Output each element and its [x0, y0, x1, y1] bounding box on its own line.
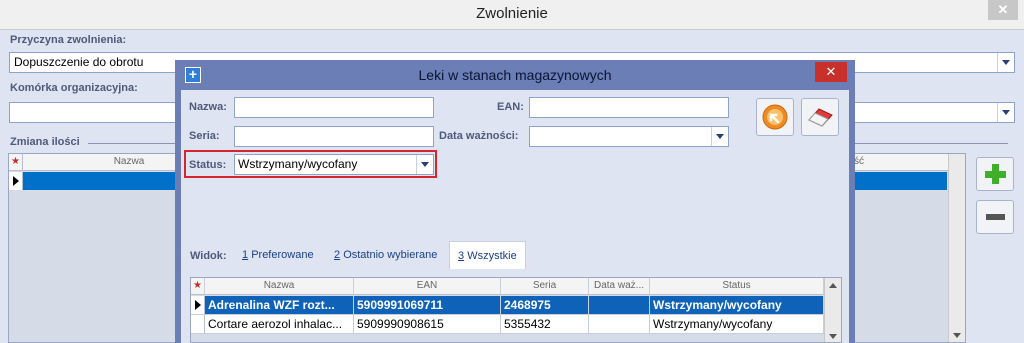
add-button[interactable]	[976, 157, 1014, 191]
row-indicator	[9, 172, 23, 190]
dialog-close-button[interactable]: ✕	[815, 62, 847, 82]
reason-value: Dopuszczenie do obrotu	[14, 55, 144, 69]
col-expiry[interactable]: Data waż...	[589, 278, 650, 295]
col-name[interactable]: Nazwa	[205, 278, 354, 295]
name-input[interactable]	[234, 97, 434, 118]
outer-titlebar: Zwolnienie ✕	[0, 0, 1024, 30]
qty-section-label: Zmiana ilości	[10, 136, 80, 148]
cell-ean: 5909990908615	[354, 315, 501, 334]
org-unit-label: Komórka organizacyjna:	[10, 82, 138, 94]
cell-ean: 5909991069711	[354, 296, 501, 315]
chevron-down-icon	[716, 134, 724, 139]
scroll-down-icon[interactable]	[829, 334, 837, 339]
stock-grid-scrollbar[interactable]	[824, 278, 841, 342]
ean-input[interactable]	[529, 97, 729, 118]
status-label: Status:	[189, 159, 227, 171]
qty-col-name: Nazwa	[113, 156, 145, 167]
status-dropdown-button[interactable]	[416, 155, 433, 174]
series-input[interactable]	[234, 126, 434, 147]
stock-grid[interactable]: ★ Nazwa EAN Seria Data waż... Status Adr…	[190, 277, 842, 343]
plus-icon	[985, 164, 1006, 184]
expiry-label: Data ważności:	[439, 130, 519, 142]
col-status[interactable]: Status	[650, 278, 824, 295]
scroll-down-icon[interactable]	[953, 333, 961, 338]
tab-recent-key: 2	[334, 249, 341, 261]
star-icon: ★	[9, 154, 23, 171]
star-icon: ★	[191, 278, 205, 295]
cell-status: Wstrzymany/wycofany	[650, 315, 824, 334]
chevron-down-icon	[1002, 110, 1010, 115]
cell-expiry	[589, 296, 650, 315]
cell-name: Cortare aerozol inhalac...	[205, 315, 354, 334]
tab-recent-label: Ostatnio wybierane	[343, 249, 438, 261]
eraser-icon	[808, 108, 833, 127]
table-row[interactable]: Adrenalina WZF rozt... 5909991069711 246…	[191, 296, 824, 315]
stock-dialog: + Leki w stanach magazynowych ✕ Nazwa: E…	[175, 60, 855, 343]
cell-name: Adrenalina WZF rozt...	[205, 296, 354, 315]
tab-preferred-key: 1	[242, 249, 249, 261]
chevron-down-icon	[421, 162, 429, 167]
outer-scroll-down[interactable]	[949, 325, 966, 343]
name-label: Nazwa:	[189, 101, 227, 113]
dialog-titlebar: + Leki w stanach magazynowych ✕	[175, 60, 855, 90]
qty-grid-scrollbar[interactable]	[948, 154, 965, 342]
dialog-body: Nazwa: EAN: Seria: Data ważności: Status…	[181, 90, 849, 343]
stock-grid-header: ★ Nazwa EAN Seria Data waż... Status	[191, 278, 824, 295]
chevron-down-icon	[1002, 60, 1010, 65]
outer-window-title: Zwolnienie	[476, 5, 548, 22]
cell-expiry	[589, 315, 650, 334]
clear-button[interactable]	[801, 98, 839, 136]
row-pointer-icon	[12, 176, 19, 186]
tab-preferred[interactable]: 1 Preferowane	[234, 241, 322, 269]
cell-series: 2468975	[501, 296, 589, 315]
tab-all[interactable]: 3 Wszystkie	[449, 241, 526, 269]
status-combo[interactable]: Wstrzymany/wycofany	[234, 154, 434, 175]
cell-status: Wstrzymany/wycofany	[650, 296, 824, 315]
ean-label: EAN:	[497, 101, 524, 113]
expiry-dropdown-button[interactable]	[711, 127, 728, 146]
tab-all-label: Wszystkie	[467, 250, 517, 262]
tab-recent[interactable]: 2 Ostatnio wybierane	[326, 241, 445, 269]
col-series[interactable]: Seria	[501, 278, 589, 295]
series-label: Seria:	[189, 130, 220, 142]
col-ean[interactable]: EAN	[354, 278, 501, 295]
dialog-title: Leki w stanach magazynowych	[418, 67, 612, 83]
tab-preferred-label: Preferowane	[251, 249, 314, 261]
status-value: Wstrzymany/wycofany	[238, 157, 358, 171]
table-row[interactable]: Cortare aerozol inhalac... 5909990908615…	[191, 315, 824, 334]
reason-dropdown-button[interactable]	[997, 53, 1014, 72]
scroll-up-icon[interactable]	[829, 283, 837, 288]
select-arrow-icon	[762, 104, 788, 130]
tab-all-key: 3	[458, 250, 465, 262]
minus-icon	[986, 214, 1005, 220]
outer-close-button[interactable]: ✕	[988, 0, 1018, 20]
reason-label: Przyczyna zwolnienia:	[10, 34, 127, 46]
expiry-combo[interactable]	[529, 126, 729, 147]
select-button[interactable]	[756, 98, 794, 136]
view-label: Widok:	[190, 250, 227, 262]
cell-series: 5355432	[501, 315, 589, 334]
remove-button[interactable]	[976, 200, 1014, 234]
org-unit-dropdown-button[interactable]	[997, 103, 1014, 122]
